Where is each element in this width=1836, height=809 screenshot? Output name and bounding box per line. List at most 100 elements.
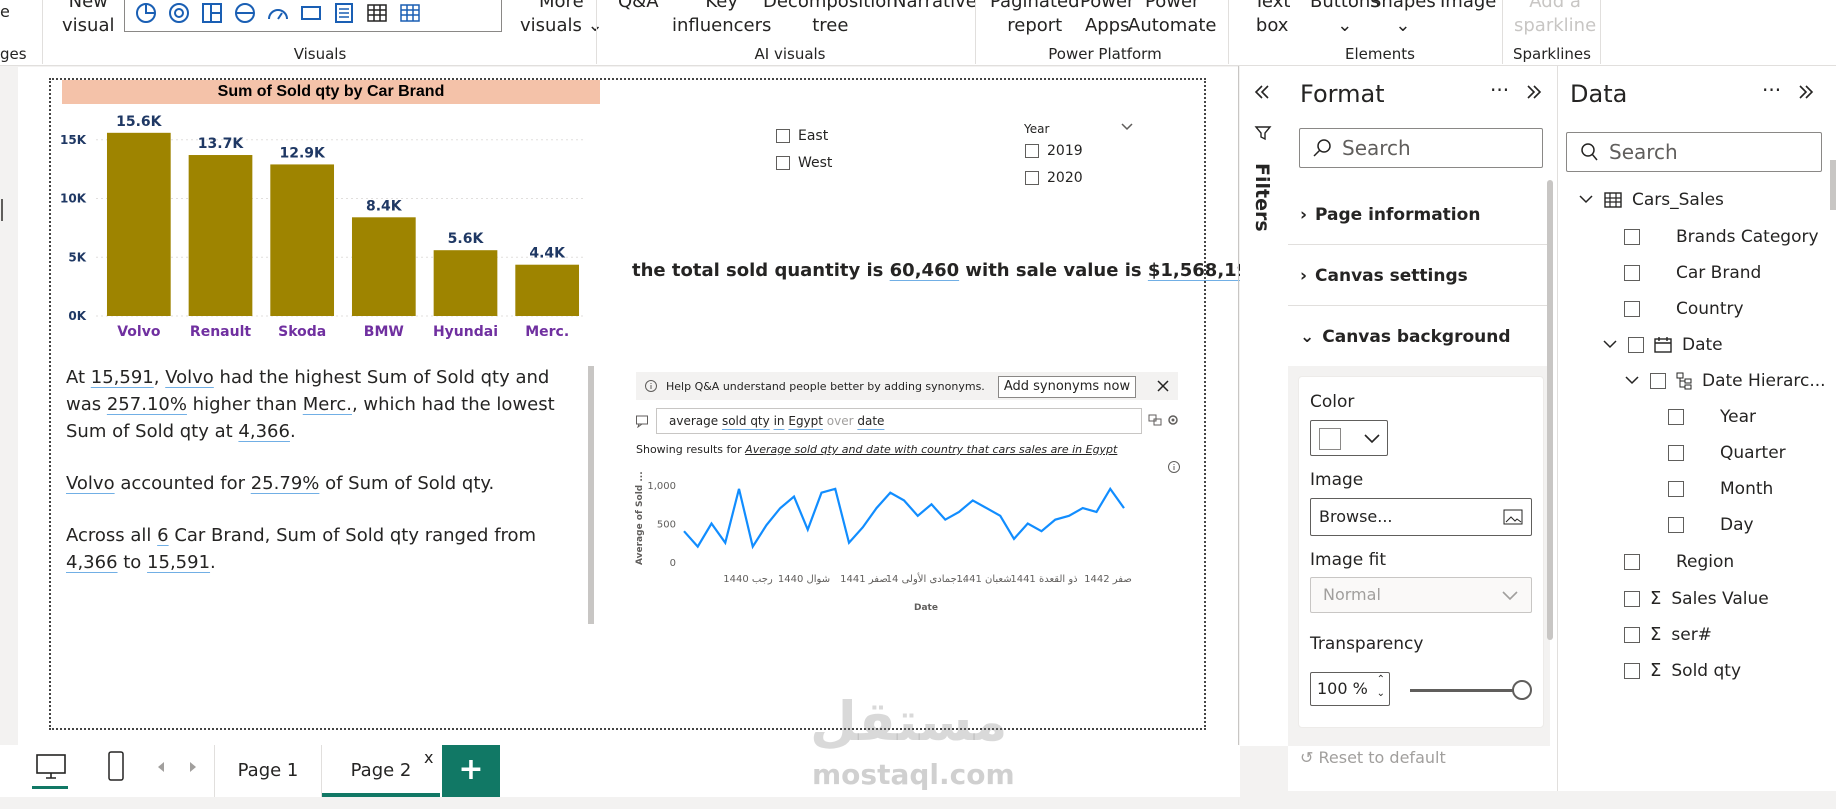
data-field[interactable]: Country — [1624, 299, 1744, 319]
checkbox[interactable] — [776, 156, 790, 170]
bar-bmw[interactable] — [351, 217, 416, 316]
data-field[interactable]: Region — [1624, 552, 1734, 572]
format-search-input[interactable]: Search — [1299, 128, 1543, 168]
ribbon-button-6[interactable]: Paginated report — [990, 0, 1080, 38]
collapse-right-icon[interactable] — [1796, 82, 1816, 102]
data-field[interactable]: Month — [1668, 479, 1773, 499]
bar-hyundai[interactable] — [433, 250, 498, 316]
close-icon[interactable] — [1156, 379, 1170, 393]
checkbox[interactable] — [1650, 373, 1666, 389]
collapse-right-icon[interactable] — [1524, 82, 1544, 102]
data-table[interactable]: Cars_Sales — [1578, 190, 1724, 210]
section-canvas-settings[interactable]: › Canvas settings — [1300, 266, 1468, 286]
checkbox[interactable] — [1668, 481, 1684, 497]
region-slicer-item-west[interactable]: West — [776, 155, 832, 171]
narrative-text[interactable]: 15,591 — [147, 552, 210, 573]
bar-renault[interactable] — [188, 155, 253, 316]
checkbox[interactable] — [1624, 626, 1640, 643]
checkbox[interactable] — [1624, 590, 1640, 607]
chevron-down-icon[interactable] — [1624, 375, 1640, 387]
section-canvas-background[interactable]: ⌄ Canvas background — [1300, 327, 1511, 347]
ribbon-button-9[interactable]: Text box — [1254, 0, 1290, 38]
bar-chart[interactable]: 0K 5K 10K 15K 15.6K Volvo 13.7K Renault 12.9K Sko… — [56, 108, 596, 348]
year-slicer-item-2020[interactable]: 2020 — [1025, 170, 1083, 186]
more-options-icon[interactable]: ··· — [1490, 78, 1509, 102]
transparency-slider-thumb[interactable] — [1512, 680, 1532, 700]
filters-pane[interactable]: Filters — [1240, 66, 1288, 746]
ribbon-button-5[interactable]: Narrative — [893, 0, 977, 14]
data-search-input[interactable]: Search — [1566, 132, 1822, 172]
reset-to-default-button[interactable]: ↺ Reset to default — [1300, 748, 1446, 767]
chevron-down-icon[interactable] — [1120, 122, 1134, 132]
year-slicer-item-2019[interactable]: 2019 — [1025, 143, 1083, 159]
ribbon-button-8[interactable]: Power Automate — [1128, 0, 1217, 38]
tab-page-1[interactable]: Page 1 — [214, 745, 322, 797]
data-field[interactable]: Quarter — [1668, 443, 1786, 463]
ribbon-button-12[interactable]: Image — [1440, 0, 1496, 14]
chevron-down-icon[interactable] — [1578, 194, 1594, 206]
checkbox[interactable] — [1025, 171, 1039, 185]
ribbon-button-7[interactable]: Power Apps — [1080, 0, 1134, 38]
pie-chart-icon[interactable] — [133, 1, 159, 25]
checkbox[interactable] — [1668, 409, 1684, 425]
image-fit-dropdown[interactable]: Normal — [1310, 577, 1532, 613]
ribbon-button-1[interactable]: More visuals ⌄ — [520, 0, 603, 38]
table-icon[interactable] — [364, 1, 390, 25]
section-page-information[interactable]: › Page information — [1300, 205, 1480, 225]
data-scrollbar[interactable] — [1830, 160, 1836, 210]
format-scrollbar[interactable] — [1547, 180, 1553, 640]
checkbox[interactable] — [1624, 265, 1640, 281]
info-icon[interactable] — [1167, 460, 1181, 474]
narrative-text[interactable]: Merc. — [303, 394, 352, 415]
checkbox[interactable] — [776, 129, 790, 143]
ribbon-button-4[interactable]: Decomposition tree — [763, 0, 898, 38]
transparency-slider-track[interactable] — [1410, 689, 1522, 692]
narrative-text[interactable]: 4,366 — [66, 552, 118, 573]
matrix-icon[interactable] — [397, 1, 423, 25]
data-field[interactable]: Brands Category — [1624, 227, 1819, 247]
add-synonyms-button[interactable]: Add synonyms now — [998, 376, 1136, 398]
gear-icon[interactable] — [1166, 413, 1180, 427]
transparency-input[interactable]: 100 % ⌃ ⌄ — [1310, 672, 1390, 706]
color-picker[interactable] — [1310, 420, 1388, 456]
gauge-icon[interactable] — [265, 1, 291, 25]
qa-question-input[interactable]: average sold qty in Egypt over date — [656, 408, 1142, 434]
checkbox[interactable] — [1624, 229, 1640, 245]
data-field[interactable]: Σ Sold qty — [1624, 660, 1741, 681]
data-field[interactable]: Σ Sales Value — [1624, 588, 1769, 609]
data-date-field[interactable]: Date — [1602, 335, 1723, 355]
bar-skoda[interactable] — [270, 164, 335, 316]
data-field[interactable]: Σser# — [1624, 624, 1712, 645]
checkbox[interactable] — [1668, 445, 1684, 461]
card-icon[interactable] — [298, 1, 324, 25]
donut-chart-icon[interactable] — [166, 1, 192, 25]
series-line[interactable] — [683, 486, 1125, 550]
ribbon-button-3[interactable]: Key influencers — [672, 0, 771, 38]
ribbon-button-2[interactable]: Q&A — [618, 0, 659, 14]
tab-page-2[interactable]: Page 2 — [322, 745, 440, 797]
data-date-hierarchy[interactable]: Date Hierarc... — [1624, 371, 1826, 391]
region-slicer-item-east[interactable]: East — [776, 128, 828, 144]
checkbox[interactable] — [1624, 662, 1640, 679]
treemap-icon[interactable] — [199, 1, 225, 25]
bar-volvo[interactable] — [106, 132, 171, 316]
narrative-text[interactable]: 4,366 — [238, 421, 290, 442]
visuals-gallery[interactable] — [124, 0, 502, 32]
collapse-left-icon[interactable] — [1252, 82, 1272, 102]
desktop-view-icon[interactable] — [34, 752, 68, 782]
map-icon[interactable] — [232, 1, 258, 25]
data-field[interactable]: Day — [1668, 515, 1754, 535]
data-field[interactable]: Car Brand — [1624, 263, 1761, 283]
ribbon-button-13[interactable]: Add a sparkline — [1514, 0, 1596, 38]
add-page-button[interactable]: + — [442, 745, 500, 797]
smart-narrative[interactable]: At 15,591, Volvo had the highest Sum of … — [66, 364, 586, 601]
close-tab-icon[interactable]: x — [424, 748, 433, 767]
data-field[interactable]: Year — [1668, 407, 1756, 427]
narrative-text[interactable]: 257.10% — [107, 394, 187, 415]
image-browse-input[interactable]: Browse... — [1310, 498, 1532, 536]
narrative-text[interactable]: 15,591 — [91, 367, 154, 388]
chevron-down-icon[interactable] — [1602, 339, 1618, 351]
qa-line-chart[interactable]: 0 500 1,000Average of Sold ... رجب 1440 شوال… — [630, 470, 1150, 620]
checkbox[interactable] — [1668, 517, 1684, 533]
narrative-text[interactable]: 25.79% — [251, 473, 320, 494]
